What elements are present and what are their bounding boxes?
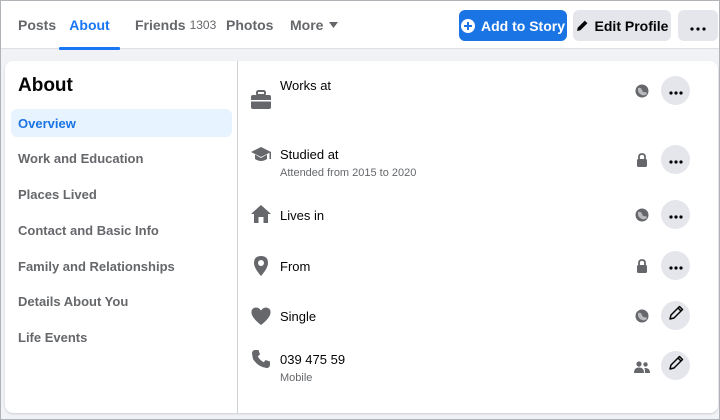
more-options-button[interactable] [678, 10, 718, 41]
lock-icon[interactable] [634, 152, 650, 168]
tab-photos[interactable]: Photos [226, 1, 273, 49]
more-options-button[interactable] [661, 200, 690, 229]
globe-icon[interactable] [634, 207, 650, 223]
about-title: About [18, 75, 73, 96]
edit-button[interactable] [661, 301, 690, 330]
sidebar-item-details-about-you[interactable]: Details About You [11, 287, 232, 315]
sidebar-item-label: Contact and Basic Info [18, 222, 159, 238]
about-card: About Overview Work and Education Places… [5, 61, 718, 413]
ellipsis-icon [668, 151, 683, 169]
sidebar-item-label: Family and Relationships [18, 258, 175, 274]
home-icon [249, 202, 273, 226]
sidebar-item-places-lived[interactable]: Places Lived [11, 180, 232, 208]
tab-about-label: About [69, 17, 110, 33]
sidebar-item-label: Work and Education [18, 150, 144, 166]
more-options-button[interactable] [661, 145, 690, 174]
tab-about[interactable]: About [59, 1, 120, 50]
add-to-story-label: Add to Story [481, 17, 565, 34]
edit-profile-button[interactable]: Edit Profile [573, 10, 671, 41]
sidebar-item-family-relationships[interactable]: Family and Relationships [11, 252, 232, 280]
graduation-cap-icon [249, 143, 273, 167]
tab-photos-label: Photos [226, 17, 274, 33]
row-main-text: Single [280, 309, 317, 324]
ellipsis-icon [690, 18, 706, 34]
row-main-text: Studied at [280, 147, 339, 162]
tab-more[interactable]: More [290, 1, 339, 49]
ellipsis-icon [668, 82, 683, 100]
sidebar-item-label: Overview [18, 115, 76, 131]
ellipsis-icon [668, 257, 683, 275]
tab-more-label: More [290, 17, 324, 33]
more-options-button[interactable] [661, 251, 690, 280]
about-sidebar: About Overview Work and Education Places… [5, 61, 238, 413]
row-main-text: 039 475 59 [280, 352, 346, 367]
tab-friends-label: Friends [135, 17, 186, 33]
ellipsis-icon [668, 206, 683, 224]
profile-tabs-bar: Posts About Friends 1303 Photos More Add… [1, 1, 719, 50]
tab-posts[interactable]: Posts [18, 1, 56, 49]
sidebar-item-life-events[interactable]: Life Events [11, 323, 232, 351]
briefcase-icon [249, 88, 273, 112]
more-options-button[interactable] [661, 76, 690, 105]
sidebar-item-work-education[interactable]: Work and Education [11, 144, 232, 172]
location-pin-icon [249, 254, 273, 278]
row-main-text: Works at [280, 78, 332, 93]
globe-icon[interactable] [634, 83, 650, 99]
row-sub-text: Attended from 2015 to 2020 [280, 167, 417, 179]
phone-icon [249, 347, 273, 371]
tab-friends[interactable]: Friends 1303 [135, 1, 216, 49]
friends-count: 1303 [189, 18, 217, 32]
pencil-icon [668, 355, 684, 376]
sidebar-item-label: Life Events [18, 329, 88, 345]
sidebar-item-contact-info[interactable]: Contact and Basic Info [11, 216, 232, 244]
sidebar-item-label: Details About You [18, 293, 129, 309]
pencil-icon [668, 305, 684, 326]
sidebar-item-overview[interactable]: Overview [11, 109, 232, 137]
caret-down-icon [329, 20, 339, 31]
edit-button[interactable] [661, 351, 690, 380]
lock-icon[interactable] [634, 258, 650, 274]
plus-circle-icon [461, 18, 475, 33]
row-main-text: From [280, 259, 311, 274]
friends-icon[interactable] [634, 359, 650, 375]
edit-profile-label: Edit Profile [594, 17, 669, 34]
sidebar-item-label: Places Lived [18, 186, 97, 202]
add-to-story-button[interactable]: Add to Story [459, 10, 567, 41]
row-sub-text: Mobile [280, 372, 313, 384]
tab-posts-label: Posts [18, 17, 57, 33]
row-main-text: Lives in [280, 208, 325, 223]
globe-icon[interactable] [634, 308, 650, 324]
heart-icon [249, 304, 273, 328]
pencil-icon [576, 19, 589, 32]
